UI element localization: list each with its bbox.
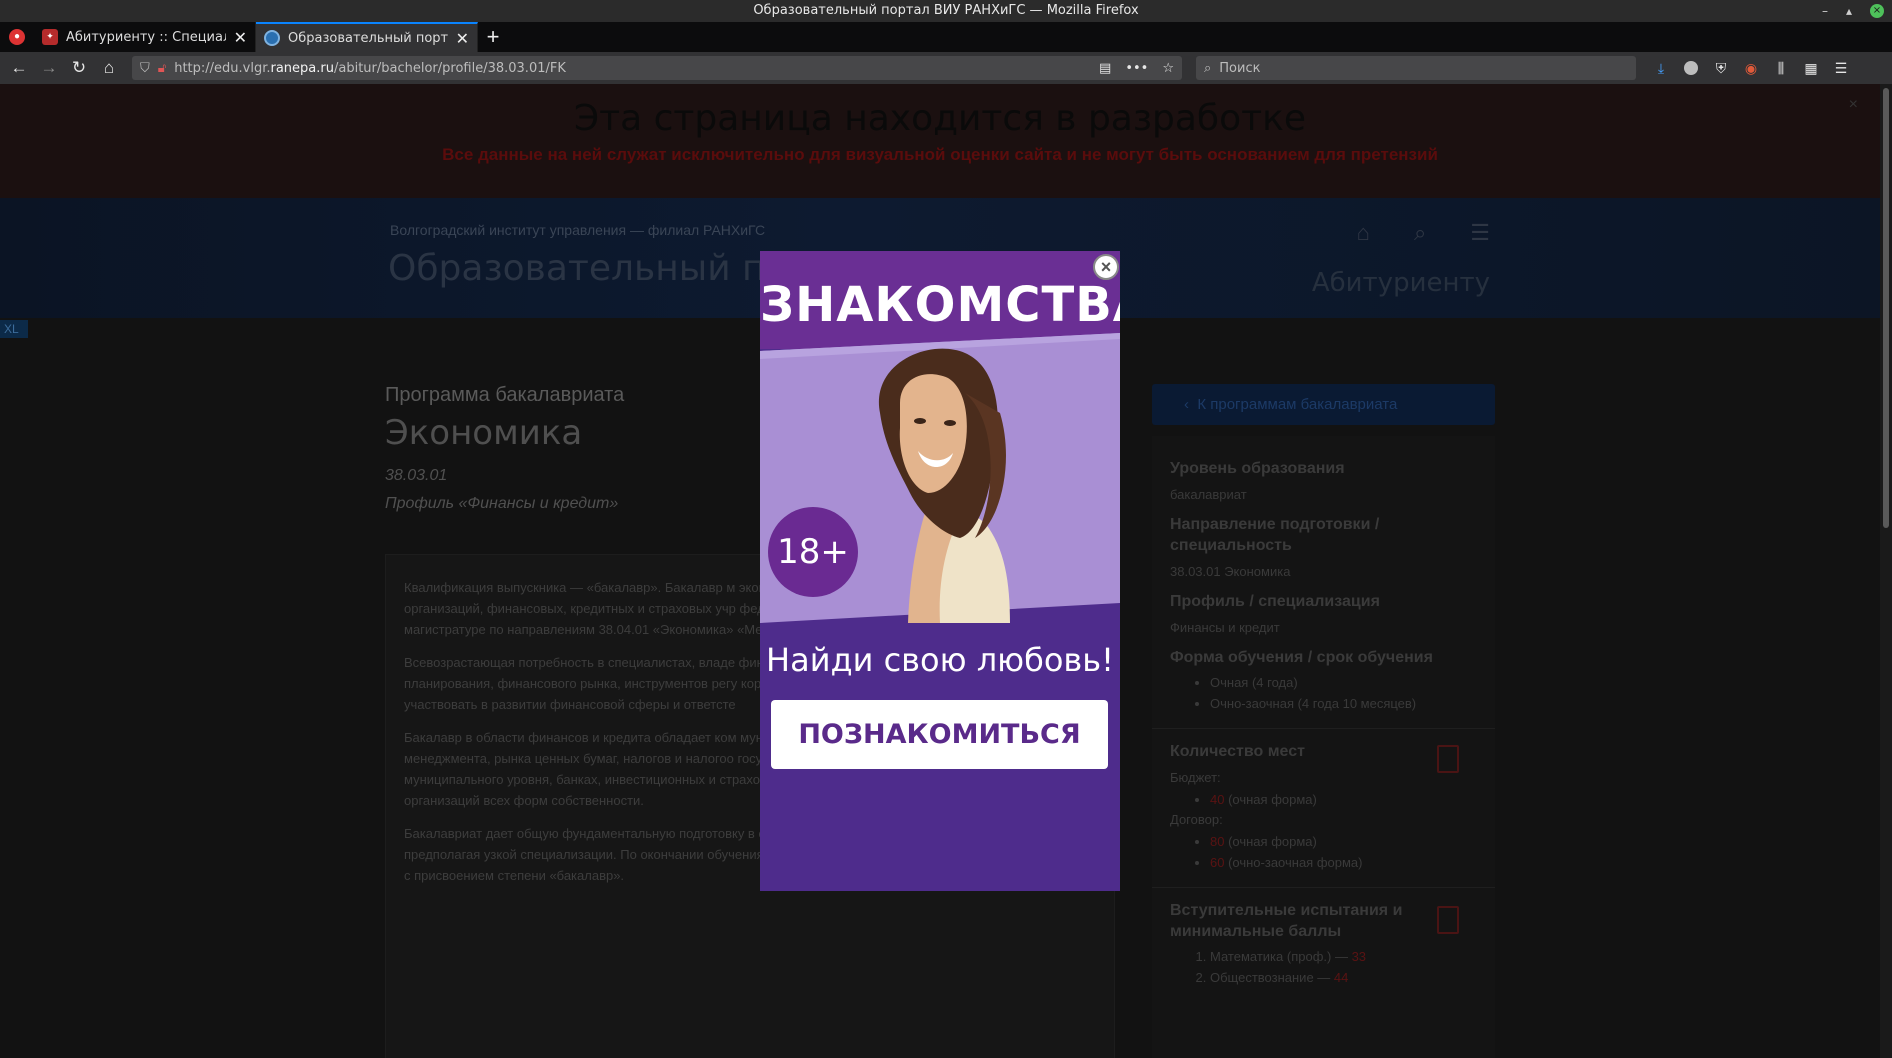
more-actions-icon[interactable]: ••• (1125, 61, 1148, 76)
profile-title: Профиль / специализация (1170, 593, 1380, 610)
toolbar-extensions: ⤓ ⛨ ◉ ⫼ ▦ ☰ (1652, 59, 1850, 77)
budget-list: 40 (очная форма) (1210, 789, 1477, 810)
reload-icon[interactable]: ↻ (66, 55, 92, 81)
forward-arrow-icon[interactable]: → (36, 55, 62, 81)
abiturientu-link[interactable]: Абитуриенту (1312, 268, 1490, 298)
back-to-programs-button[interactable]: ‹ К программам бакалавриата (1152, 384, 1495, 425)
minimize-button[interactable]: – (1822, 0, 1828, 22)
maximize-button[interactable]: ▴ (1846, 0, 1852, 22)
home-icon[interactable]: ⌂ (96, 55, 122, 81)
list-item: 80 (очная форма) (1210, 831, 1477, 852)
dating-ad-popup[interactable]: ЗНАКОМСТВА 18+ Найди свою любовь! ПОЗНАК… (760, 251, 1120, 891)
search-bar[interactable]: ⌕ Поиск (1196, 56, 1636, 80)
window-controls: – ▴ × (1822, 0, 1884, 22)
menu-icon[interactable]: ☰ (1470, 220, 1490, 246)
search-icon[interactable]: ⌕ (1414, 220, 1426, 246)
list-item: 40 (очная форма) (1210, 789, 1477, 810)
list-item: Математика (проф.) — 33 (1210, 946, 1477, 967)
list-item: Очно-заочная (4 года 10 месяцев) (1210, 693, 1477, 714)
ad-headline: ЗНАКОМСТВА (760, 277, 1120, 333)
url-bar[interactable]: ⛉ 🔓︎ http://edu.vlgr.ranepa.ru/abitur/ba… (132, 56, 1182, 80)
ad-close-icon[interactable]: × (1093, 254, 1119, 280)
breakpoint-badge: XL (0, 320, 28, 338)
program-heading: Программа бакалавриата Экономика 38.03.0… (385, 384, 624, 513)
tab-title: Образовательный портал (288, 30, 448, 46)
back-arrow-icon[interactable]: ← (6, 55, 32, 81)
new-tab-button[interactable]: + (478, 22, 508, 52)
tab-close-icon[interactable]: ✕ (234, 28, 247, 47)
document-icon[interactable] (1437, 745, 1459, 773)
chevron-left-icon: ‹ (1184, 396, 1198, 413)
list-item: Очная (4 года) (1210, 672, 1477, 693)
level-value: бакалавриат (1170, 487, 1247, 502)
list-item: 60 (очно-заочная форма) (1210, 852, 1477, 873)
ranepa-favicon-icon: ✦ (42, 29, 58, 45)
age-restriction-badge: 18+ (768, 507, 858, 597)
exams-title: Вступительные испытания и минимальные ба… (1170, 902, 1403, 940)
url-actions: ▤ ••• ☆ (1099, 61, 1174, 76)
header-icons: ⌂ ⌕ ☰ (1357, 220, 1490, 246)
grid-extension-icon[interactable]: ▦ (1802, 59, 1820, 77)
tab-edu-portal[interactable]: Образовательный портал ✕ (256, 22, 478, 52)
direction-value: 38.03.01 Экономика (1170, 564, 1291, 579)
reader-view-icon[interactable]: ▤ (1099, 61, 1111, 76)
url-text: http://edu.vlgr.ranepa.ru/abitur/bachelo… (174, 60, 566, 76)
home-icon[interactable]: ⌂ (1357, 220, 1370, 246)
profile-value: Финансы и кредит (1170, 620, 1280, 635)
hamburger-menu-icon[interactable]: ☰ (1832, 59, 1850, 77)
pinned-tab[interactable]: ● (0, 22, 34, 52)
download-icon[interactable]: ⤓ (1652, 59, 1670, 77)
ad-tagline: Найди свою любовь! (766, 641, 1114, 679)
pinned-tab-icon: ● (9, 29, 25, 45)
form-title: Форма обучения / срок обучения (1170, 649, 1433, 666)
tab-close-icon[interactable]: ✕ (456, 29, 469, 48)
tab-strip: ● ✦ Абитуриенту :: Специалит ✕ Образоват… (0, 22, 1892, 52)
tab-abiturientu[interactable]: ✦ Абитуриенту :: Специалит ✕ (34, 22, 256, 52)
ad-cta-button[interactable]: ПОЗНАКОМИТЬСЯ (771, 700, 1108, 769)
seats-title: Количество мест (1170, 743, 1305, 760)
document-icon[interactable] (1437, 906, 1459, 934)
form-list: Очная (4 года) Очно-заочная (4 года 10 м… (1210, 672, 1477, 714)
program-info-card: Уровень образования бакалавриат Направле… (1152, 436, 1495, 1058)
ublock-shield-icon[interactable]: ⛨ (1712, 59, 1730, 77)
edu-favicon-icon (264, 30, 280, 46)
insecure-lock-icon[interactable]: 🔓︎ (158, 61, 166, 76)
library-icon[interactable]: ⫼ (1772, 59, 1790, 77)
contract-label: Договор: (1170, 812, 1223, 827)
dev-banner-close-icon[interactable]: × (1849, 96, 1858, 114)
extension-globe-icon[interactable]: ◉ (1742, 59, 1760, 77)
program-profile: Профиль «Финансы и кредит» (385, 495, 619, 512)
extension-dot-icon[interactable] (1682, 59, 1700, 77)
site-subtitle[interactable]: Волгоградский институт управления — фили… (390, 222, 765, 238)
program-code: 38.03.01 (385, 467, 448, 484)
dev-banner-title: Эта страница находится в разработке (573, 98, 1307, 139)
contract-list: 80 (очная форма) 60 (очно-заочная форма) (1210, 831, 1477, 873)
close-window-button[interactable]: × (1870, 4, 1884, 18)
tab-title: Абитуриенту :: Специалит (66, 29, 226, 45)
list-item: Обществознание — 44 (1210, 967, 1477, 988)
search-icon: ⌕ (1204, 60, 1212, 76)
window-titlebar: Образовательный портал ВИУ РАНХиГС — Moz… (0, 0, 1892, 22)
direction-title: Направление подготовки / специальность (1170, 516, 1380, 554)
exams-list: Математика (проф.) — 33 Обществознание —… (1210, 946, 1477, 988)
program-type: Программа бакалавриата (385, 384, 625, 406)
dev-banner-subtitle: Все данные на ней служат исключительно д… (442, 145, 1438, 164)
nav-bar: ← → ↻ ⌂ ⛉ 🔓︎ http://edu.vlgr.ranepa.ru/a… (0, 52, 1892, 84)
level-title: Уровень образования (1170, 460, 1345, 477)
shield-icon[interactable]: ⛉ (140, 61, 150, 76)
dev-warning-banner: Эта страница находится в разработке Все … (0, 84, 1880, 198)
budget-label: Бюджет: (1170, 770, 1221, 785)
scrollbar-thumb[interactable] (1883, 88, 1889, 528)
page-scrollbar[interactable] (1880, 84, 1892, 1058)
program-name: Экономика (385, 413, 583, 453)
window-title: Образовательный портал ВИУ РАНХиГС — Moz… (753, 3, 1139, 18)
search-placeholder: Поиск (1219, 60, 1261, 76)
bookmark-star-icon[interactable]: ☆ (1162, 61, 1174, 76)
